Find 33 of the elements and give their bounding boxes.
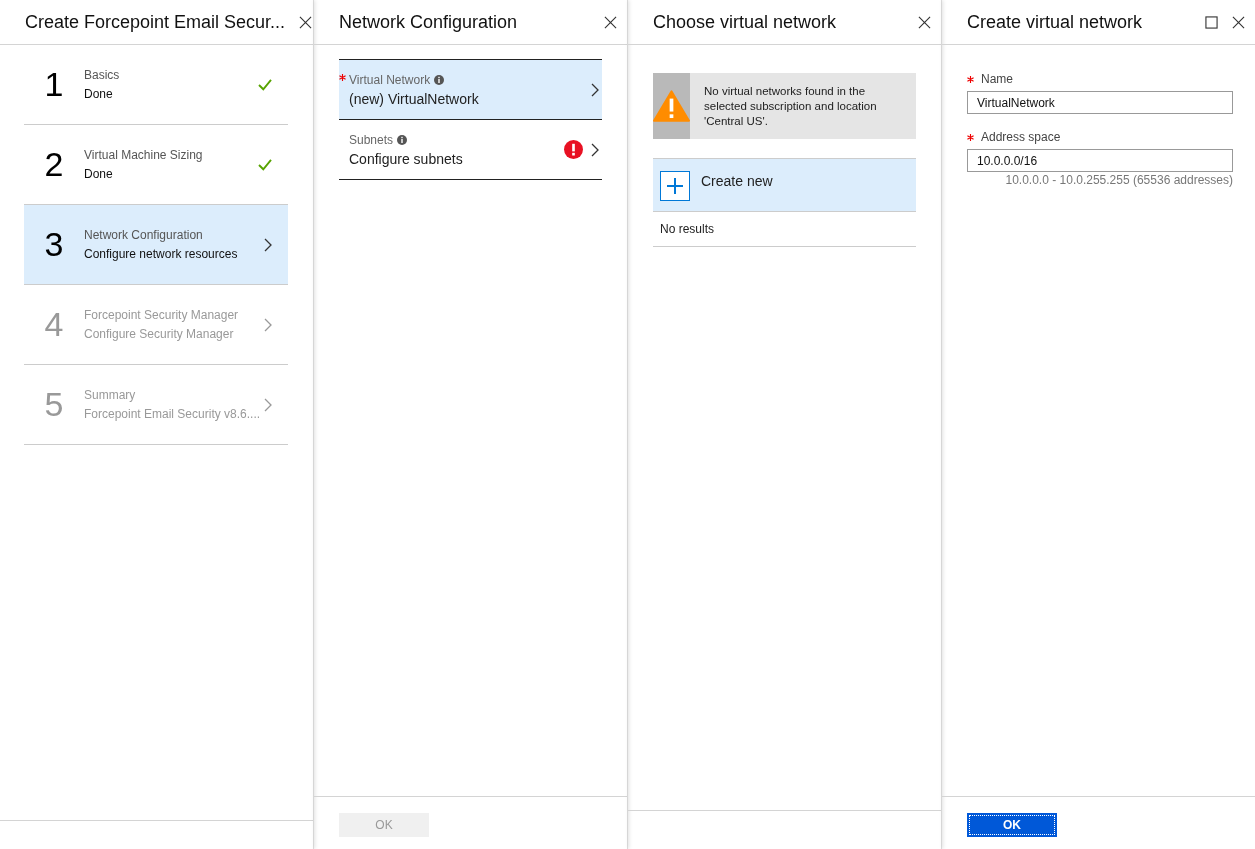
wizard-step[interactable]: 3 Network Configuration Configure network resources [24,205,288,285]
wizard-step[interactable]: 1 Basics Done [24,45,288,125]
address-range-hint: 10.0.0.0 - 10.0.255.255 (65536 addresses) [1005,173,1233,187]
ok-button[interactable]: OK [967,813,1057,837]
text-input[interactable]: VirtualNetwork [967,91,1233,114]
chevron-right-icon [264,237,272,252]
setting-row[interactable]: Subnets Configure subnets [339,120,602,180]
field-label: Address space [981,130,1061,144]
chevron-right-icon [264,397,272,412]
empty-list-text: No results [660,222,715,236]
text-input[interactable]: 10.0.0.0/16 [967,149,1233,172]
blade-title: Network Configuration [339,11,519,33]
blade-title: Create Forcepoint Email Secur... [25,11,286,33]
maximize-icon[interactable] [1205,15,1218,29]
field-label: Name [981,72,1013,86]
info-icon[interactable] [434,74,445,85]
chevron-right-icon [591,142,599,157]
warning-message: No virtual networks found in the selected subscription and location 'Central US'. [703,84,878,129]
close-icon[interactable] [918,15,931,29]
blade-title: Create virtual network [967,11,1144,33]
blade-title: Choose virtual network [653,11,838,33]
checkmark-icon [258,158,272,171]
warning-icon [653,90,690,122]
checkmark-icon [258,78,272,91]
close-icon[interactable] [1232,15,1245,29]
create-new-row[interactable]: Create new [653,158,916,211]
chevron-right-icon [264,317,272,332]
info-icon[interactable] [397,134,408,145]
chevron-right-icon [591,82,599,97]
setting-row[interactable]: Virtual Network (new) VirtualNetwork [339,60,602,120]
close-icon[interactable] [299,15,313,29]
close-icon[interactable] [604,15,617,29]
plus-icon [660,171,690,201]
